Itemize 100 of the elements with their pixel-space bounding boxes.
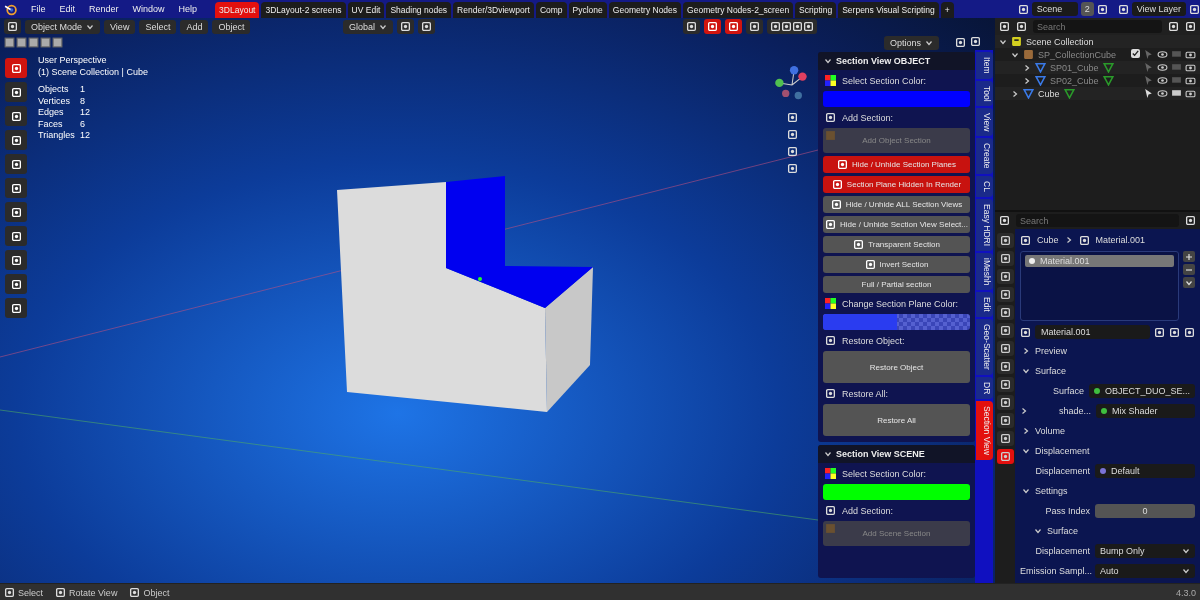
outliner-item[interactable]: SP_CollectionCube	[1038, 49, 1117, 60]
color-swatch[interactable]	[823, 484, 970, 500]
menu-item[interactable]: View	[104, 19, 136, 34]
tool-button[interactable]	[5, 298, 27, 318]
panel-header[interactable]: Settings	[1020, 483, 1195, 499]
search-field[interactable]: Search	[1016, 214, 1179, 227]
sidebar-tab[interactable]: Edit	[975, 292, 993, 317]
gizmo-button[interactable]	[704, 19, 721, 34]
tool-button[interactable]	[5, 274, 27, 294]
workspace-tab[interactable]: Serpens Visual Scripting	[838, 2, 939, 18]
section-button[interactable]: Hide / Unhide Section View Select...	[823, 216, 970, 233]
properties-tab[interactable]	[996, 287, 1014, 302]
visibility-button[interactable]	[683, 19, 700, 34]
properties-tab[interactable]	[996, 233, 1014, 248]
panel-header[interactable]: Displacement	[1020, 443, 1195, 459]
subpanel-header[interactable]: Surface	[1020, 523, 1195, 539]
monitor-icon[interactable]	[1171, 88, 1182, 99]
overlay-button[interactable]	[725, 19, 742, 34]
orientation-dropdown[interactable]: Global	[343, 19, 393, 34]
menu-item[interactable]: Add	[180, 19, 209, 34]
workspace-tab[interactable]: 3DLayout	[215, 2, 260, 18]
properties-tab[interactable]	[996, 377, 1014, 392]
section-button[interactable]: Full / Partial section	[823, 276, 970, 293]
tool-button[interactable]	[5, 154, 27, 174]
properties-tab[interactable]	[996, 341, 1014, 356]
sidebar-tab[interactable]: DR	[975, 376, 993, 399]
workspace-tab[interactable]: Scripting	[795, 2, 837, 18]
properties-tab[interactable]	[996, 449, 1014, 464]
dropdown[interactable]: Bump Only	[1095, 544, 1195, 558]
mode-dropdown[interactable]: Object Mode	[25, 19, 101, 34]
properties-tab[interactable]	[996, 431, 1014, 446]
menu-item[interactable]: File	[25, 4, 52, 14]
menu-item[interactable]: Render	[83, 4, 125, 14]
view-layer-field[interactable]: View Layer	[1131, 2, 1186, 16]
tool-button[interactable]	[5, 58, 27, 78]
sidebar-tab[interactable]: Item	[975, 52, 993, 79]
panel-header[interactable]: Section View OBJECT	[818, 52, 975, 70]
socket-field[interactable]: OBJECT_DUO_SE...	[1088, 384, 1195, 398]
select-mode-icon[interactable]	[4, 37, 15, 48]
sidebar-tab[interactable]: iMeshh	[975, 252, 993, 291]
workspace-tab[interactable]: 3DLayout-2 screens	[261, 2, 346, 18]
panel-header[interactable]: Preview	[1020, 343, 1195, 359]
caret-icon[interactable]	[1011, 50, 1019, 59]
add-workspace-button[interactable]: +	[940, 2, 954, 18]
panel-header[interactable]: Section View SCENE	[818, 445, 975, 463]
sidebar-tab[interactable]: Easy HDRI	[975, 198, 993, 251]
section-button[interactable]: Hide / Unhide ALL Section Views	[823, 196, 970, 213]
menu-item[interactable]: Help	[172, 4, 204, 14]
slot-menu-button[interactable]	[1183, 277, 1195, 288]
shading-buttons[interactable]	[767, 19, 817, 34]
outliner-item[interactable]: Cube	[1038, 88, 1060, 99]
checkbox[interactable]	[1131, 49, 1140, 58]
properties-tab[interactable]	[996, 413, 1014, 428]
panel-header[interactable]: Surface	[1020, 363, 1195, 379]
color-swatch[interactable]	[823, 91, 970, 107]
toggle-button[interactable]: Hide / Unhide Section Planes	[823, 156, 970, 173]
toggle-button[interactable]: Section Plane Hidden In Render	[823, 176, 970, 193]
snap-button[interactable]	[397, 19, 414, 34]
restore-button[interactable]: Restore All	[823, 404, 970, 436]
editor-type-button[interactable]	[4, 19, 21, 34]
tool-button[interactable]	[5, 250, 27, 270]
select-mode-icon[interactable]	[16, 37, 27, 48]
sidebar-tab[interactable]: CL	[975, 175, 993, 197]
menu-item[interactable]: Select	[139, 19, 177, 34]
outliner-item[interactable]: SP02_Cube	[1050, 75, 1099, 86]
section-button[interactable]: Transparent Section	[823, 236, 970, 253]
menu-item[interactable]: Edit	[53, 4, 82, 14]
properties-tab[interactable]	[996, 359, 1014, 374]
app-logo[interactable]	[4, 2, 17, 16]
color-swatch[interactable]	[823, 314, 970, 330]
number-field[interactable]: 0	[1095, 504, 1195, 518]
caret-icon[interactable]	[1020, 407, 1028, 415]
properties-tab[interactable]	[996, 323, 1014, 338]
xray-button[interactable]	[746, 19, 763, 34]
tool-button[interactable]	[5, 106, 27, 126]
sidebar-tab[interactable]: Tool	[975, 80, 993, 107]
select-mode-icon[interactable]	[52, 37, 63, 48]
tool-button[interactable]	[5, 202, 27, 222]
sidebar-tab[interactable]: Section View	[975, 401, 993, 460]
workspace-tab[interactable]: Geometry Nodes-2_screen	[683, 2, 794, 18]
workspace-tab[interactable]: UV Edit	[347, 2, 385, 18]
proportional-button[interactable]	[418, 19, 435, 34]
properties-tab[interactable]	[996, 395, 1014, 410]
menu-item[interactable]: Window	[126, 4, 171, 14]
sidebar-tab[interactable]: Create	[975, 138, 993, 174]
properties-tab[interactable]	[996, 269, 1014, 284]
select-mode-icon[interactable]	[28, 37, 39, 48]
search-field[interactable]: Search	[1033, 20, 1162, 33]
workspace-tab[interactable]: Shading nodes	[386, 2, 452, 18]
tool-button[interactable]	[5, 226, 27, 246]
remove-slot-button[interactable]	[1183, 264, 1195, 275]
dropdown[interactable]: Auto	[1095, 564, 1195, 578]
workspace-tab[interactable]: Comp	[535, 2, 567, 18]
add-slot-button[interactable]	[1183, 251, 1195, 262]
sidebar-tab[interactable]: Geo-Scatter	[975, 318, 993, 375]
caret-icon[interactable]	[1023, 76, 1031, 85]
tool-button[interactable]	[5, 130, 27, 150]
section-button[interactable]: Invert Section	[823, 256, 970, 273]
caret-icon[interactable]	[999, 37, 1007, 46]
tool-button[interactable]	[5, 178, 27, 198]
